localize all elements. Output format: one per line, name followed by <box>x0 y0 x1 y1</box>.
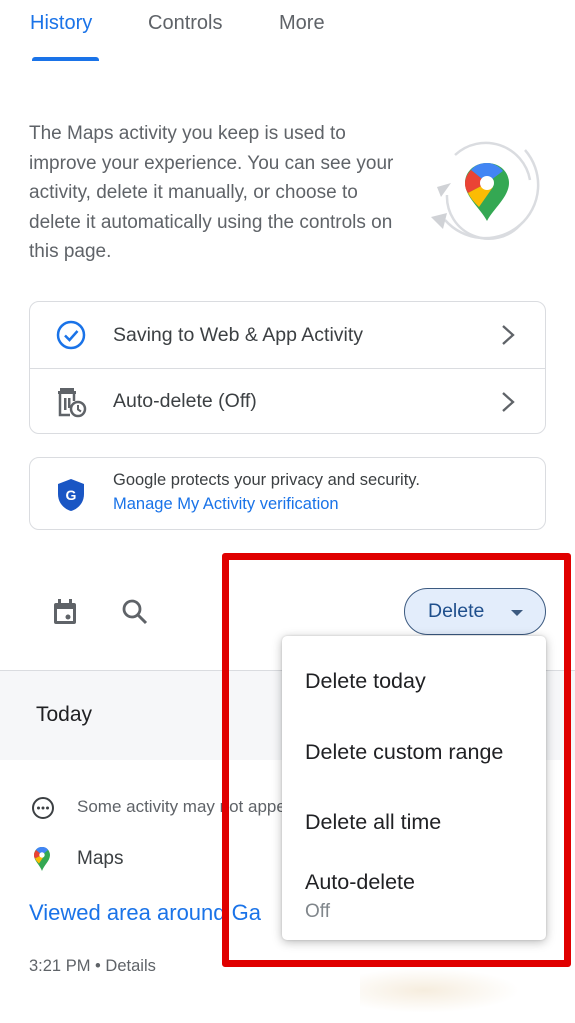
manage-verification-link[interactable]: Manage My Activity verification <box>113 495 339 514</box>
activity-item-title[interactable]: Viewed area around Ga <box>29 900 261 926</box>
active-tab-indicator <box>32 57 99 61</box>
product-label: Maps <box>77 848 124 869</box>
tab-history[interactable]: History <box>30 12 92 35</box>
check-circle-icon <box>54 318 88 352</box>
saving-web-app-activity-row[interactable]: Saving to Web & App Activity <box>30 302 545 368</box>
tab-bar: History Controls More <box>0 0 575 62</box>
blurred-thumbnail <box>360 968 520 1013</box>
tab-more[interactable]: More <box>279 12 325 35</box>
maps-pin-cycle-icon <box>431 141 540 240</box>
meta-separator: • <box>95 957 101 975</box>
delete-dropdown-button[interactable]: Delete <box>404 588 546 635</box>
menu-item-delete-today[interactable]: Delete today <box>282 669 546 694</box>
today-label: Today <box>36 703 93 726</box>
auto-delete-icon <box>54 385 88 419</box>
calendar-icon[interactable] <box>50 597 80 627</box>
auto-delete-label: Auto-delete (Off) <box>113 390 257 412</box>
tab-controls[interactable]: Controls <box>148 12 222 35</box>
activity-time: 3:21 PM <box>29 957 91 975</box>
menu-item-delete-custom-range[interactable]: Delete custom range <box>282 740 546 765</box>
intro-text: The Maps activity you keep is used to im… <box>29 123 394 262</box>
caret-down-icon <box>511 610 523 616</box>
chevron-right-icon <box>502 391 515 412</box>
menu-item-auto-delete[interactable]: Auto-delete <box>282 870 546 895</box>
google-maps-icon <box>34 847 50 871</box>
search-icon[interactable] <box>120 597 150 627</box>
privacy-card: G Google protects your privacy and secur… <box>29 457 546 530</box>
privacy-statement: Google protects your privacy and securit… <box>113 471 420 489</box>
svg-text:G: G <box>66 487 77 503</box>
activity-controls-card: Saving to Web & App Activity Auto-delete… <box>29 301 546 434</box>
delete-button-label: Delete <box>428 600 485 622</box>
more-horizontal-circle-icon <box>32 797 54 819</box>
auto-delete-status: Off <box>305 901 330 922</box>
chevron-right-icon <box>502 325 515 345</box>
activity-details-link[interactable]: Details <box>105 957 155 975</box>
google-shield-icon: G <box>58 479 84 511</box>
auto-delete-row[interactable]: Auto-delete (Off) <box>30 368 545 434</box>
activity-item-meta: 3:21 PM • Details <box>29 957 156 976</box>
saving-web-app-activity-label: Saving to Web & App Activity <box>113 323 364 346</box>
menu-item-delete-all-time[interactable]: Delete all time <box>282 810 546 835</box>
delete-menu: Delete today Delete custom range Delete … <box>282 636 546 940</box>
